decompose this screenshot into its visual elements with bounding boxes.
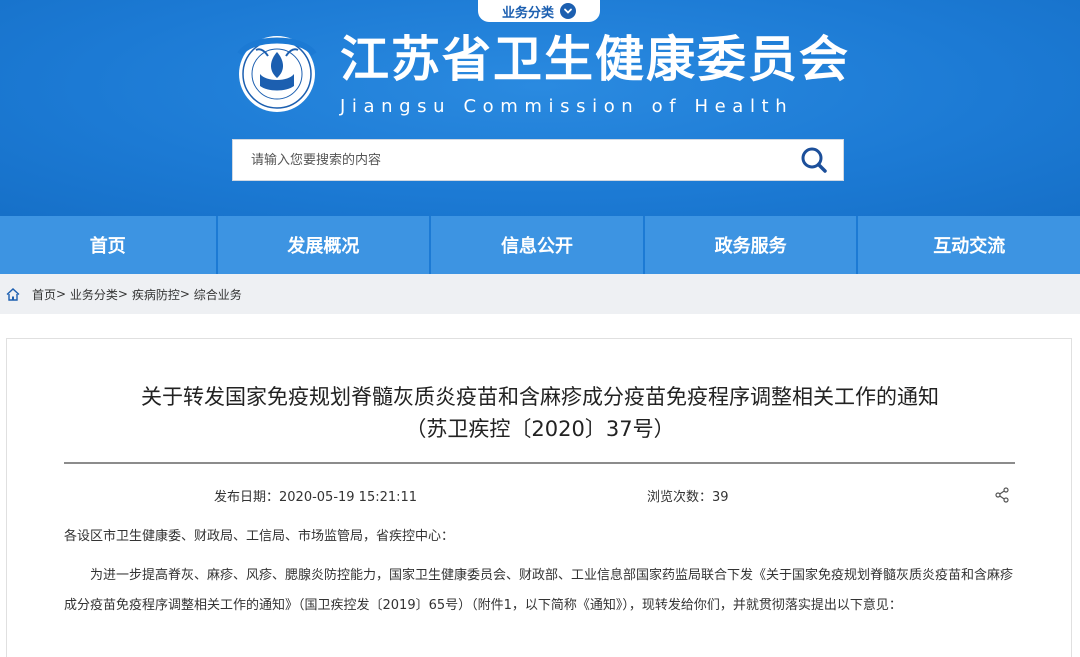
breadcrumb-separator: > — [56, 287, 67, 301]
breadcrumb-separator: > — [179, 287, 190, 301]
publish-date: 发布日期：2020-05-19 15:21:11 — [214, 490, 418, 505]
site-header: 业务分类 江苏省卫生健康委员会 Jiangsu Commission of He… — [0, 0, 1080, 216]
search-icon — [801, 147, 827, 173]
business-category-label: 业务分类 — [501, 5, 554, 21]
nav-item-home[interactable]: 首页 — [0, 216, 216, 274]
article-panel: 关于转发国家免疫规划脊髓灰质炎疫苗和含麻疹成分疫苗免疫程序调整相关工作的通知 （… — [6, 338, 1072, 657]
article-paragraph: 为进一步提高脊灰、麻疹、风疹、腮腺炎防控能力，国家卫生健康委员会、财政部、工业信… — [64, 568, 1014, 613]
commission-emblem-logo — [230, 30, 324, 114]
breadcrumb-general-business[interactable]: 综合业务 — [194, 286, 242, 303]
business-category-tab[interactable]: 业务分类 — [478, 0, 600, 22]
article-title-line1: 关于转发国家免疫规划脊髓灰质炎疫苗和含麻疹成分疫苗免疫程序调整相关工作的通知 — [141, 385, 939, 409]
breadcrumb-disease-control[interactable]: 疾病防控 — [132, 286, 180, 303]
breadcrumb-separator: > — [117, 287, 128, 301]
breadcrumb-home[interactable]: 首页 — [32, 286, 56, 303]
nav-item-interaction[interactable]: 互动交流 — [858, 216, 1080, 274]
nav-item-gov-services[interactable]: 政务服务 — [644, 216, 857, 274]
breadcrumb-business-category[interactable]: 业务分类 — [70, 286, 118, 303]
breadcrumb: 首页 > 业务分类 > 疾病防控 > 综合业务 — [0, 274, 1080, 314]
search-bar — [232, 139, 844, 181]
view-count: 浏览次数：39 — [647, 490, 729, 505]
article-title: 关于转发国家免疫规划脊髓灰质炎疫苗和含麻疹成分疫苗免疫程序调整相关工作的通知 （… — [7, 381, 1073, 445]
chevron-down-icon — [560, 3, 576, 19]
search-input[interactable] — [233, 140, 785, 180]
nav-item-info-disclosure[interactable]: 信息公开 — [431, 216, 643, 274]
title-divider — [64, 462, 1015, 464]
nav-item-overview[interactable]: 发展概况 — [217, 216, 430, 274]
share-icon[interactable] — [994, 487, 1010, 503]
article-salutation: 各设区市卫生健康委、财政局、工信局、市场监管局，省疾控中心： — [64, 529, 455, 544]
site-title-english: Jiangsu Commission of Health — [340, 96, 794, 117]
article-title-line2: （苏卫疾控〔2020〕37号） — [405, 417, 675, 441]
site-title-chinese: 江苏省卫生健康委员会 — [340, 31, 851, 88]
main-nav: 首页 发展概况 信息公开 政务服务 互动交流 — [0, 216, 1080, 274]
home-icon — [6, 287, 20, 301]
search-button[interactable] — [785, 140, 843, 180]
